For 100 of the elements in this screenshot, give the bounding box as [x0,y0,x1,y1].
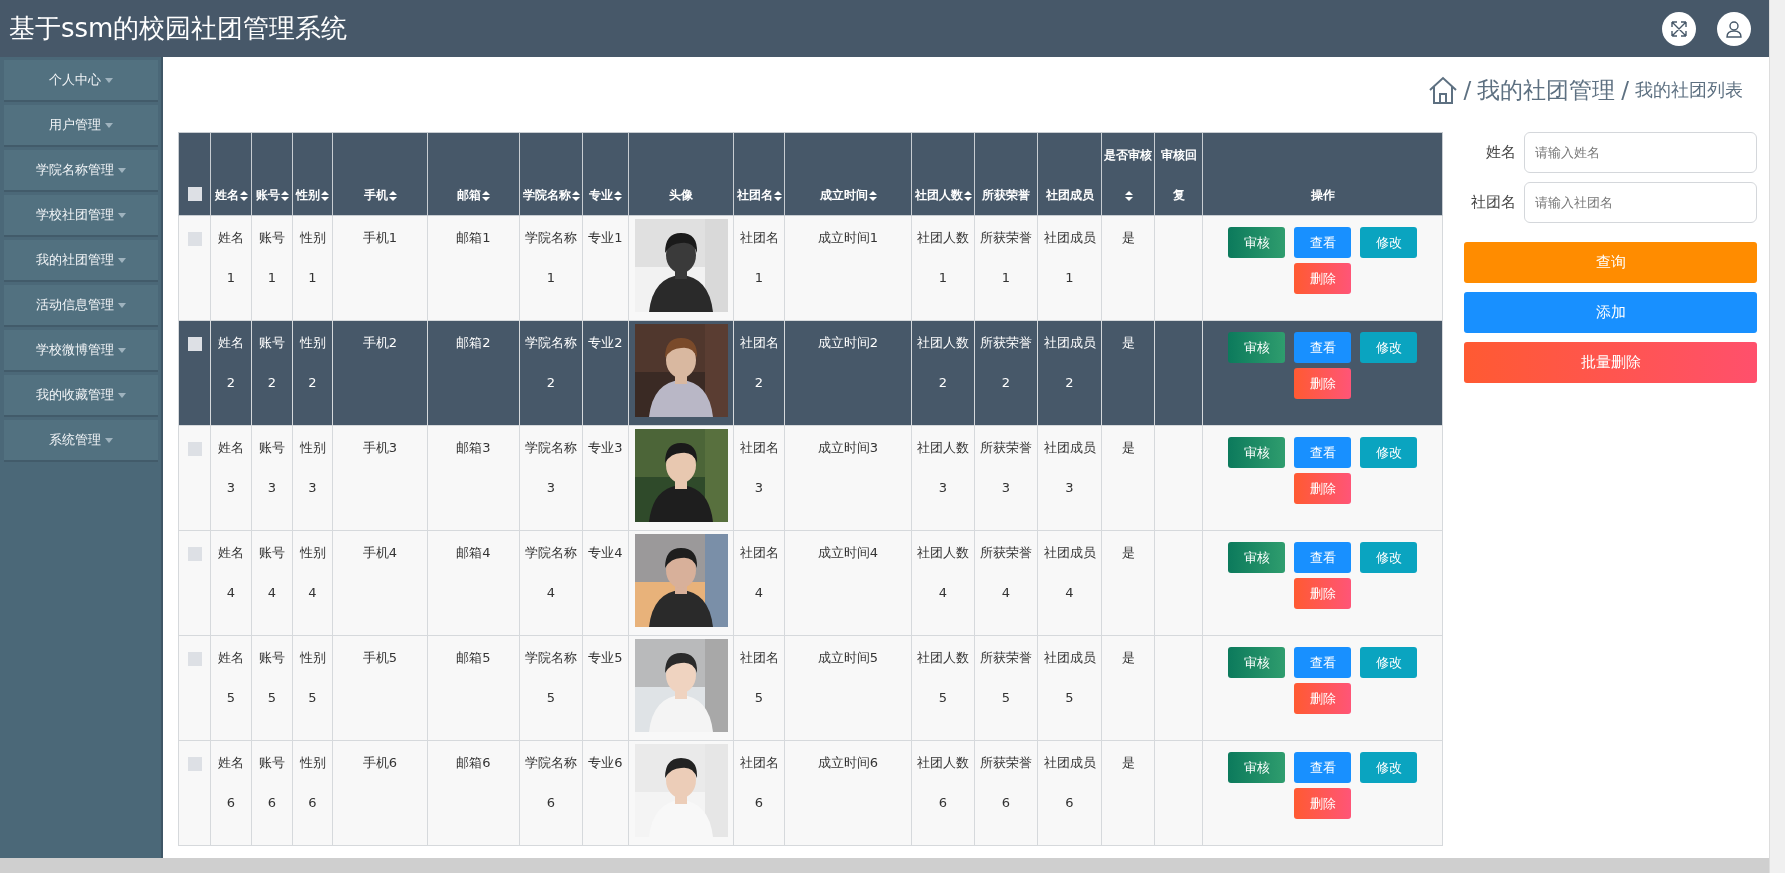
batch-delete-button[interactable]: 批量删除 [1464,342,1757,383]
checkbox[interactable] [187,336,202,351]
checkbox[interactable] [187,546,202,561]
delete-button[interactable]: 删除 [1294,263,1351,294]
sidebar-item[interactable]: 学校微博管理 [4,330,158,372]
checkbox[interactable] [187,231,202,246]
review-button[interactable]: 审核 [1228,227,1285,258]
sort-icon[interactable] [239,190,248,201]
sidebar-item[interactable]: 用户管理 [4,105,158,147]
sidebar-item[interactable]: 我的社团管理 [4,240,158,282]
home-icon[interactable] [1427,75,1458,105]
checkbox[interactable] [187,651,202,666]
sort-icon[interactable] [1124,190,1133,201]
view-button[interactable]: 查看 [1294,542,1351,573]
edit-button[interactable]: 修改 [1360,647,1417,678]
edit-button[interactable]: 修改 [1360,437,1417,468]
view-button[interactable]: 查看 [1294,647,1351,678]
search-field[interactable]: 请输入姓名 [1524,132,1757,173]
breadcrumb-item[interactable]: 我的社团管理 [1477,74,1616,106]
user-button[interactable] [1717,11,1751,46]
table-cell: 姓名1 [210,215,252,321]
delete-button[interactable]: 删除 [1294,683,1351,714]
sort-icon[interactable] [963,190,972,201]
table-cell: 成立时间2 [784,320,912,426]
view-button[interactable]: 查看 [1294,332,1351,363]
table-cell: 社团成员6 [1037,740,1102,846]
edit-button[interactable]: 修改 [1360,332,1417,363]
sort-icon[interactable] [321,190,329,201]
view-button[interactable]: 查看 [1294,437,1351,468]
table-row[interactable]: 姓名2 账号2 性别2 手机2 邮箱2 学院名称2 专业2 社团名2 成立时间2 社团人数2 所获荣誉2 社团成员2 是 审核 查看 修改 删除 [178,320,1443,426]
table-cell: 社团成员2 [1037,320,1102,426]
table-row[interactable]: 姓名4 账号4 性别4 手机4 邮箱4 学院名称4 专业4 社团名4 成立时间4 社团人数4 所获荣誉4 社团成员4 是 审核 查看 修改 删除 [178,530,1443,636]
add-button[interactable]: 添加 [1464,292,1757,333]
horizontal-scrollbar[interactable] [0,858,1769,873]
table-cell: 社团名1 [733,215,785,321]
edit-button[interactable]: 修改 [1360,227,1417,258]
search-field[interactable]: 请输入社团名 [1524,182,1757,223]
table-cell: 专业3 [582,425,629,531]
sort-icon[interactable] [280,190,289,201]
column-header[interactable]: 邮箱 [427,132,520,216]
column-header[interactable]: 社团人数 [911,132,975,216]
view-button[interactable]: 查看 [1294,227,1351,258]
caret-icon [118,392,126,398]
column-header[interactable]: 专业 [582,132,629,216]
column-header[interactable]: 成立时间 [784,132,912,216]
review-button[interactable]: 审核 [1228,647,1285,678]
column-header[interactable]: 手机 [332,132,428,216]
column-header: 所获荣誉 [974,132,1038,216]
table-cell: 手机1 [332,215,428,321]
column-header[interactable]: 社团名 [733,132,785,216]
delete-button[interactable]: 删除 [1294,368,1351,399]
sidebar-item[interactable]: 系统管理 [4,420,158,462]
delete-button[interactable]: 删除 [1294,473,1351,504]
sort-icon[interactable] [868,190,877,201]
table-row[interactable]: 姓名6 账号6 性别6 手机6 邮箱6 学院名称6 专业6 社团名6 成立时间6 社团人数6 所获荣誉6 社团成员6 是 审核 查看 修改 删除 [178,740,1443,846]
column-header: 审核回复 [1154,132,1203,216]
sort-icon[interactable] [773,190,782,201]
column-header[interactable]: 是否审核 [1101,132,1155,216]
checkbox[interactable] [187,441,202,456]
edit-button[interactable]: 修改 [1360,752,1417,783]
review-button[interactable]: 审核 [1228,437,1285,468]
sort-icon[interactable] [571,190,580,201]
fullscreen-button[interactable] [1662,11,1696,46]
table-cell: 成立时间1 [784,215,912,321]
sort-icon[interactable] [388,190,397,201]
sort-icon[interactable] [482,190,490,201]
review-button[interactable]: 审核 [1228,752,1285,783]
column-header[interactable]: 姓名 [210,132,252,216]
table-row[interactable]: 姓名1 账号1 性别1 手机1 邮箱1 学院名称1 专业1 社团名1 成立时间1 社团人数1 所获荣誉1 社团成员1 是 审核 查看 修改 删除 [178,215,1443,321]
expand-icon [1670,19,1688,38]
review-button[interactable]: 审核 [1228,332,1285,363]
sidebar-item[interactable]: 学院名称管理 [4,150,158,192]
delete-button[interactable]: 删除 [1294,788,1351,819]
sort-icon[interactable] [614,190,622,201]
review-button[interactable]: 审核 [1228,542,1285,573]
column-header[interactable]: 账号 [251,132,293,216]
table-cell: 姓名3 [210,425,252,531]
view-button[interactable]: 查看 [1294,752,1351,783]
sidebar-item[interactable]: 活动信息管理 [4,285,158,327]
caret-icon [118,167,126,173]
table-cell: 社团名2 [733,320,785,426]
table-cell: 性别3 [292,425,333,531]
column-header[interactable]: 学院名称 [519,132,583,216]
vertical-scrollbar[interactable] [1769,0,1785,873]
sidebar-item[interactable]: 我的收藏管理 [4,375,158,417]
sidebar-item[interactable]: 个人中心 [4,60,158,102]
edit-button[interactable]: 修改 [1360,542,1417,573]
app-title: 基于ssm的校园社团管理系统 [9,12,348,45]
table-row[interactable]: 姓名3 账号3 性别3 手机3 邮箱3 学院名称3 专业3 社团名3 成立时间3 社团人数3 所获荣誉3 社团成员3 是 审核 查看 修改 删除 [178,425,1443,531]
checkbox[interactable] [187,756,202,771]
table-row[interactable]: 姓名5 账号5 性别5 手机5 邮箱5 学院名称5 专业5 社团名5 成立时间5 社团人数5 所获荣誉5 社团成员5 是 审核 查看 修改 删除 [178,635,1443,741]
table-cell: 性别1 [292,215,333,321]
column-header[interactable]: 性别 [292,132,333,216]
table-cell: 学院名称3 [519,425,583,531]
delete-button[interactable]: 删除 [1294,578,1351,609]
table-cell: 成立时间4 [784,530,912,636]
checkbox[interactable] [187,186,202,201]
caret-icon [118,302,126,308]
caret-icon [118,257,126,263]
sidebar-item[interactable]: 学校社团管理 [4,195,158,237]
